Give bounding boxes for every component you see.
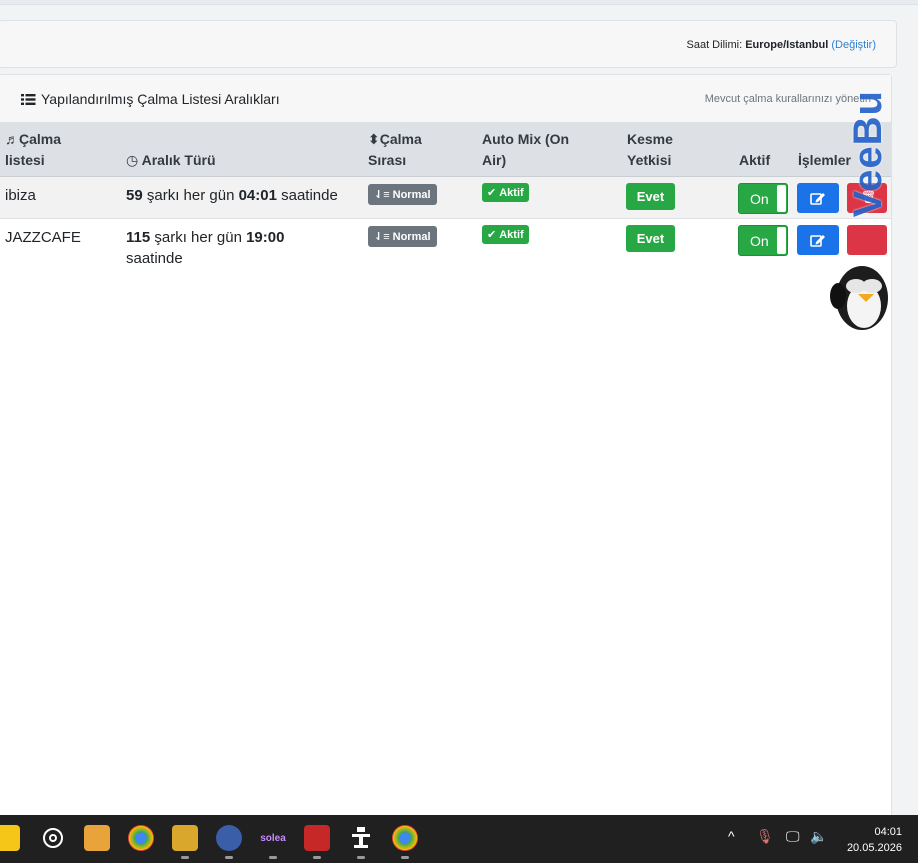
intervals-card: Yapılandırılmış Çalma Listesi Aralıkları…: [0, 74, 892, 819]
chatgpt-logo-icon: [43, 828, 63, 848]
folder-icon[interactable]: [84, 825, 110, 851]
active-toggle[interactable]: On: [738, 183, 788, 214]
flash-icon[interactable]: [304, 825, 330, 851]
check-icon: ✔: [487, 187, 497, 199]
th-order[interactable]: ⬍Çalma Sırası: [368, 129, 422, 171]
sort-amount-icon: ⇃≡: [374, 189, 390, 201]
edit-button[interactable]: [797, 183, 839, 213]
chevron-up-icon[interactable]: ^: [728, 828, 735, 844]
th-actions: İşlemler: [798, 152, 851, 168]
clock-icon: ◷: [126, 152, 139, 168]
automix-badge: ✔ Aktif: [482, 225, 529, 244]
tool-icon[interactable]: [172, 825, 198, 851]
edit-icon: [810, 193, 825, 205]
th-playlist[interactable]: ♬Çalma listesi: [5, 129, 61, 171]
app-icon[interactable]: [348, 825, 374, 851]
playlist-name: JAZZCAFE: [5, 229, 81, 246]
automix-badge: ✔ Aktif: [482, 183, 529, 202]
figure-icon: [352, 827, 370, 848]
order-badge: ⇃≡ Normal: [368, 184, 437, 205]
music-icon: ♬: [5, 131, 19, 147]
toggle-knob: [777, 185, 786, 212]
th-automix[interactable]: Auto Mix (On Air): [482, 129, 569, 171]
order-badge: ⇃≡ Normal: [368, 226, 437, 247]
edit-button[interactable]: [797, 225, 839, 255]
th-interval[interactable]: ◷ Aralık Türü: [126, 150, 216, 171]
clock[interactable]: 04:01 20.05.2026: [847, 824, 902, 856]
taskbar: solea ^ 🎙 🖵 🔈 04:01 20.05.2026: [0, 815, 918, 863]
running-indicator: [313, 856, 321, 859]
check-icon: ✔: [487, 229, 497, 241]
sort-amount-icon: ⇃≡: [374, 231, 390, 243]
network-status-icon[interactable]: 🖵: [786, 828, 800, 845]
th-cut[interactable]: Kesme Yetkisi: [627, 129, 673, 171]
table-row: ibiza 59 şarkı her gün 04:01 saatinde ⇃≡…: [0, 177, 891, 219]
toggle-knob: [777, 227, 786, 254]
timezone-bar: Saat Dilimi: Europe/Istanbul (Değiştir): [0, 20, 897, 68]
delete-button[interactable]: [847, 225, 887, 255]
interval-text: 115 şarkı her gün 19:00 saatinde: [126, 229, 285, 267]
running-indicator: [357, 856, 365, 859]
active-toggle[interactable]: On: [738, 225, 788, 256]
top-border: [0, 0, 918, 5]
microphone-icon[interactable]: 🎙: [756, 828, 774, 845]
chrome-icon[interactable]: [128, 825, 154, 851]
running-indicator: [401, 856, 409, 859]
watermark-logo: VeeBu: [846, 90, 890, 218]
th-active[interactable]: Aktif: [739, 150, 770, 171]
chrome-profile-icon[interactable]: [392, 825, 418, 851]
volume-icon[interactable]: 🔈: [810, 828, 827, 845]
sort-icon: ⬍: [368, 131, 380, 147]
playlist-name: ibiza: [5, 187, 36, 204]
interval-text: 59 şarkı her gün 04:01 saatinde: [126, 187, 338, 204]
cut-permission-badge: Evet: [626, 183, 675, 210]
table-row: JAZZCAFE 115 şarkı her gün 19:00 saatinde…: [0, 219, 891, 279]
running-indicator: [269, 856, 277, 859]
solea-icon[interactable]: solea: [260, 825, 286, 851]
chatgpt-icon[interactable]: [40, 825, 66, 851]
list-icon: [21, 93, 36, 105]
network-icon[interactable]: [216, 825, 242, 851]
running-indicator: [181, 856, 189, 859]
timezone-info: Saat Dilimi: Europe/Istanbul (Değiştir): [686, 39, 877, 51]
timezone-value: Europe/Istanbul: [745, 39, 829, 51]
explorer-icon[interactable]: [0, 825, 20, 851]
cut-permission-badge: Evet: [626, 225, 675, 252]
running-indicator: [225, 856, 233, 859]
card-title: Yapılandırılmış Çalma Listesi Aralıkları: [21, 91, 280, 107]
mascot-icon: [830, 266, 888, 330]
change-timezone-link[interactable]: (Değiştir): [831, 39, 876, 51]
edit-icon: [810, 235, 825, 247]
table-header: ♬Çalma listesi ◷ Aralık Türü ⬍Çalma Sıra…: [0, 123, 891, 177]
card-header: Yapılandırılmış Çalma Listesi Aralıkları…: [0, 75, 891, 123]
